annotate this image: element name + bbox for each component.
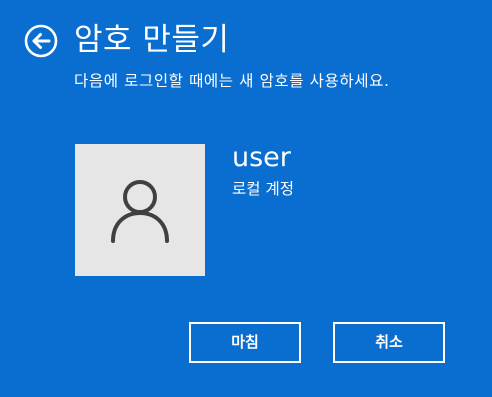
back-button[interactable] (24, 24, 58, 58)
avatar (75, 144, 205, 276)
page-title: 암호 만들기 (74, 22, 230, 58)
cancel-button[interactable]: 취소 (333, 322, 445, 363)
account-type-label: 로컬 계정 (232, 180, 294, 198)
instruction-text: 다음에 로그인할 때에는 새 암호를 사용하세요. (74, 72, 390, 90)
back-arrow-circle-icon (24, 24, 58, 58)
finish-button[interactable]: 마침 (189, 322, 301, 363)
user-name: user (232, 142, 291, 173)
